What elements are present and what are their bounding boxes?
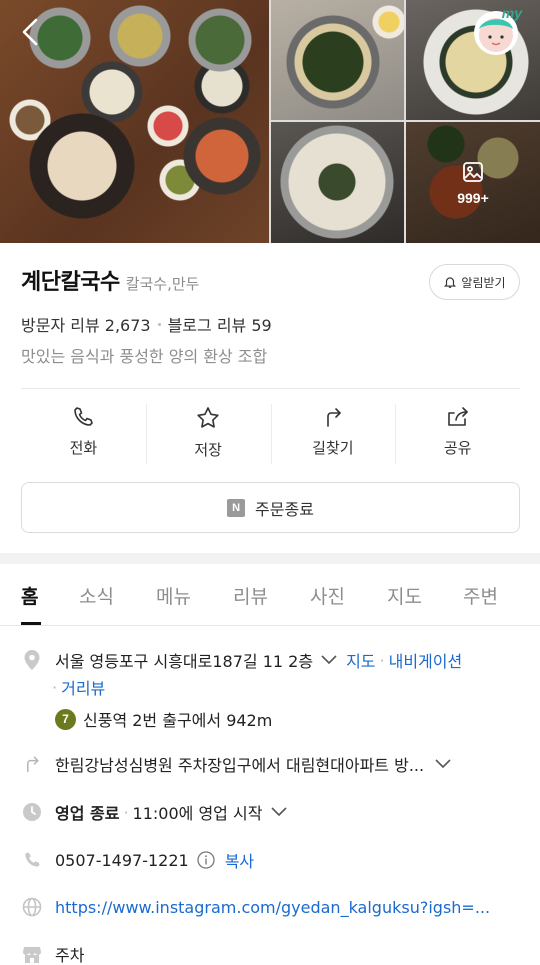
directions-icon bbox=[327, 408, 341, 427]
photo-thumb-1[interactable] bbox=[271, 0, 404, 120]
subway-text: 신풍역 2번 출구에서 942m bbox=[83, 711, 273, 730]
info-icon[interactable] bbox=[197, 851, 215, 869]
visitor-reviews-link[interactable]: 방문자 리뷰 2,673 bbox=[21, 312, 151, 336]
tab-photos[interactable]: 사진 bbox=[310, 582, 345, 609]
separator-dot: · bbox=[52, 677, 58, 697]
photo-gallery[interactable]: 999+ my bbox=[0, 0, 540, 243]
save-button[interactable]: 저장 bbox=[145, 402, 271, 466]
section-divider bbox=[0, 553, 540, 564]
directions-row[interactable]: 한림강남성심병원 주차장입구에서 대림현대아파트 방... bbox=[21, 752, 451, 776]
chevron-down-icon[interactable] bbox=[321, 655, 337, 665]
more-photos-count: 999+ bbox=[457, 189, 489, 206]
photo-thumb-3[interactable] bbox=[271, 122, 404, 243]
divider bbox=[21, 388, 520, 389]
tab-nearby[interactable]: 주변 bbox=[463, 582, 498, 609]
photo-thumb-more[interactable]: 999+ bbox=[406, 122, 540, 243]
title-row: 계단칼국수 칼국수,만두 bbox=[21, 264, 199, 296]
alarm-label: 알림받기 bbox=[461, 275, 506, 290]
blog-reviews-link[interactable]: 블로그 리뷰 59 bbox=[168, 312, 272, 336]
tab-bar: 홈 소식 메뉴 리뷰 사진 지도 주변 bbox=[0, 564, 540, 626]
address-text: 서울 영등포구 시흥대로187길 11 2층 bbox=[55, 652, 314, 671]
review-counts: 방문자 리뷰 2,673 블로그 리뷰 59 bbox=[21, 312, 272, 336]
more-photos-overlay: 999+ bbox=[406, 122, 540, 243]
place-category: 칼국수,만두 bbox=[125, 275, 200, 293]
naver-order-icon: N bbox=[227, 498, 246, 517]
tab-home[interactable]: 홈 bbox=[21, 582, 38, 609]
parking-text: 주차 bbox=[55, 946, 85, 965]
action-label: 길찾기 bbox=[312, 439, 354, 457]
share-icon bbox=[447, 407, 468, 426]
store-icon bbox=[21, 943, 43, 965]
globe-icon bbox=[21, 896, 43, 918]
active-tab-indicator bbox=[21, 622, 41, 625]
website-row: https://www.instagram.com/gyedan_kalguks… bbox=[21, 896, 490, 918]
action-label: 저장 bbox=[194, 441, 222, 459]
map-link[interactable]: 지도 bbox=[346, 648, 375, 672]
directions-text: 한림강남성심병원 주차장입구에서 대림현대아파트 방... bbox=[55, 756, 425, 775]
bell-icon bbox=[444, 277, 457, 288]
my-profile-button[interactable]: my bbox=[469, 5, 525, 57]
phone-row: 0507-1497-1221 복사 bbox=[21, 848, 254, 872]
star-icon bbox=[197, 407, 219, 428]
chevron-down-icon[interactable] bbox=[271, 807, 288, 817]
parking-row: 주차 bbox=[21, 942, 84, 965]
share-button[interactable]: 공유 bbox=[395, 402, 520, 466]
separator-dot: · bbox=[379, 650, 385, 670]
place-description: 맛있는 음식과 풍성한 양의 환상 조합 bbox=[21, 347, 268, 366]
place-name: 계단칼국수 bbox=[21, 270, 120, 295]
alarm-button[interactable]: 알림받기 bbox=[429, 264, 520, 300]
action-label: 공유 bbox=[443, 439, 472, 457]
hours-status: 영업 종료 bbox=[55, 804, 120, 823]
subway-line-badge: 7 bbox=[55, 708, 76, 730]
phone-icon bbox=[21, 849, 43, 871]
action-bar: 전화 저장 길찾기 공유 bbox=[21, 402, 520, 466]
order-label: 주문종료 bbox=[255, 499, 314, 519]
back-button[interactable] bbox=[14, 14, 46, 50]
phone-number[interactable]: 0507-1497-1221 bbox=[55, 851, 189, 870]
navigation-link[interactable]: 내비게이션 bbox=[389, 648, 463, 672]
streetview-link[interactable]: 거리뷰 bbox=[61, 675, 105, 699]
tab-news[interactable]: 소식 bbox=[79, 582, 114, 609]
order-button[interactable]: N 주문종료 bbox=[21, 482, 520, 533]
clock-icon bbox=[21, 801, 43, 823]
website-link[interactable]: https://www.instagram.com/gyedan_kalguks… bbox=[55, 898, 490, 917]
chevron-left-icon bbox=[22, 18, 38, 46]
hours-detail: 11:00에 영업 시작 bbox=[132, 804, 263, 823]
hours-row[interactable]: 영업 종료 · 11:00에 영업 시작 bbox=[21, 800, 288, 824]
action-label: 전화 bbox=[69, 439, 98, 457]
image-icon bbox=[463, 161, 483, 182]
my-label: my bbox=[501, 5, 522, 21]
separator-dot: · bbox=[123, 802, 129, 822]
tab-reviews[interactable]: 리뷰 bbox=[233, 582, 268, 609]
address-row: 서울 영등포구 시흥대로187길 11 2층 지도 · 내비게이션 bbox=[21, 648, 462, 672]
chevron-down-icon[interactable] bbox=[435, 759, 451, 769]
location-pin-icon bbox=[21, 649, 43, 671]
subway-row: 7 신풍역 2번 출구에서 942m bbox=[55, 707, 272, 731]
tab-map[interactable]: 지도 bbox=[387, 582, 422, 609]
separator-dot bbox=[157, 322, 161, 326]
directions-button[interactable]: 길찾기 bbox=[270, 402, 396, 466]
route-icon bbox=[21, 753, 43, 775]
copy-button[interactable]: 복사 bbox=[225, 848, 254, 872]
phone-icon bbox=[74, 407, 94, 426]
call-button[interactable]: 전화 bbox=[21, 402, 146, 466]
streetview-row: · 거리뷰 bbox=[52, 675, 105, 699]
tab-menu[interactable]: 메뉴 bbox=[156, 582, 191, 609]
